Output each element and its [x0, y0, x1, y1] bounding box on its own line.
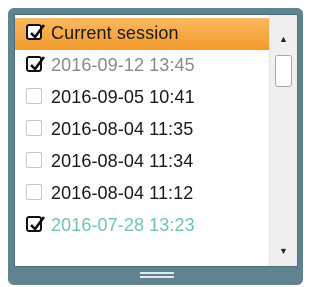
- checkbox-session[interactable]: [26, 152, 42, 168]
- checkbox-session[interactable]: [26, 120, 42, 136]
- triangle-up-icon: ▲: [279, 34, 288, 44]
- vertical-scrollbar[interactable]: ▲ ▼: [269, 15, 297, 266]
- list-item-label: 2016-07-28 13:23: [51, 215, 195, 235]
- list-item-label: 2016-08-04 11:12: [51, 183, 194, 203]
- list-item-label: 2016-08-04 11:34: [51, 151, 194, 171]
- session-list: Current session 2016-09-12 13:45 2016-09…: [15, 15, 269, 266]
- session-list-panel: Current session 2016-09-12 13:45 2016-09…: [14, 14, 298, 267]
- list-item[interactable]: 2016-09-12 13:45: [15, 50, 269, 82]
- checkbox-session[interactable]: [26, 56, 46, 72]
- checkmark-icon: [30, 24, 46, 39]
- list-item-label: 2016-08-04 11:35: [51, 119, 194, 139]
- checkmark-icon: [30, 56, 46, 71]
- checkbox-current-session[interactable]: [26, 24, 46, 40]
- checkmark-icon: [30, 216, 46, 231]
- list-item[interactable]: 2016-09-05 10:41: [15, 82, 269, 114]
- list-item[interactable]: Current session: [15, 18, 269, 50]
- session-panel-frame: Current session 2016-09-12 13:45 2016-09…: [8, 8, 303, 285]
- triangle-down-icon: ▼: [279, 246, 288, 256]
- list-item[interactable]: 2016-08-04 11:34: [15, 146, 269, 178]
- list-item-label: 2016-09-05 10:41: [51, 87, 195, 107]
- checkbox-session[interactable]: [26, 184, 42, 200]
- list-item[interactable]: 2016-08-04 11:12: [15, 178, 269, 210]
- list-item-label: 2016-09-12 13:45: [51, 55, 195, 75]
- resize-grip-handle[interactable]: [140, 272, 174, 278]
- scroll-up-button[interactable]: ▲: [270, 29, 297, 49]
- checkbox-session[interactable]: [26, 88, 42, 104]
- checkbox-session[interactable]: [26, 216, 46, 232]
- list-item-label: Current session: [51, 23, 179, 43]
- scroll-down-button[interactable]: ▼: [270, 241, 297, 261]
- list-item[interactable]: 2016-08-04 11:35: [15, 114, 269, 146]
- list-item[interactable]: 2016-07-28 13:23: [15, 210, 269, 242]
- scrollbar-thumb[interactable]: [275, 55, 292, 87]
